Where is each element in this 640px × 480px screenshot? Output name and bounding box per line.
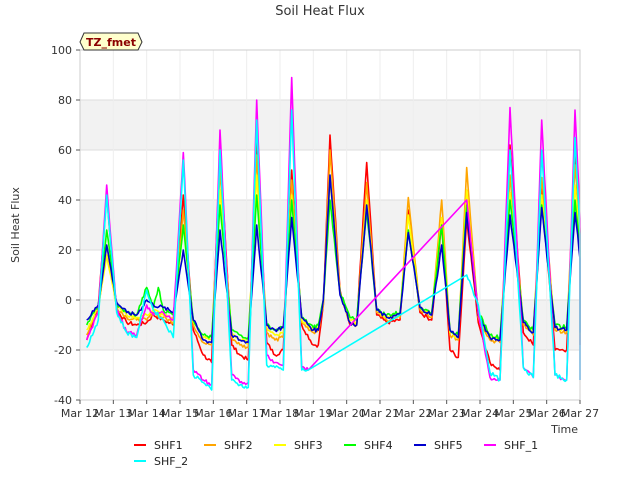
legend-label: SHF2: [224, 439, 253, 452]
x-ticks: Mar 12Mar 13Mar 14Mar 15Mar 16Mar 17Mar …: [61, 400, 599, 420]
legend-label: SHF_2: [154, 455, 188, 468]
legend-label: SHF3: [294, 439, 323, 452]
x-tick-label: Mar 27: [561, 407, 599, 420]
legend-label: SHF_1: [504, 439, 538, 452]
legend: SHF1 SHF2 SHF3 SHF4 SHF5 SHF_1 SHF_2: [134, 439, 538, 468]
y-tick-label: -40: [54, 394, 72, 407]
tag-box: TZ_fmet: [79, 32, 143, 51]
y-tick-label: 0: [65, 294, 72, 307]
y-tick-label: -20: [54, 344, 72, 357]
y-tick-label: 60: [58, 144, 72, 157]
y-tick-label: 100: [51, 44, 72, 57]
legend-label: SHF1: [154, 439, 183, 452]
legend-label: SHF4: [364, 439, 393, 452]
soil-heat-flux-chart: Soil Heat Flux -40 -20 0 20 40 60 80 100 Mar 12…: [9, 4, 599, 468]
tag-label: TZ_fmet: [86, 36, 136, 49]
x-axis-label: Time: [550, 423, 578, 436]
y-tick-label: 40: [58, 194, 72, 207]
y-axis-label: Soil Heat Flux: [9, 187, 22, 263]
y-tick-label: 20: [58, 244, 72, 257]
chart-title: Soil Heat Flux: [275, 4, 365, 19]
y-ticks: -40 -20 0 20 40 60 80 100: [51, 44, 80, 407]
legend-label: SHF5: [434, 439, 463, 452]
y-tick-label: 80: [58, 94, 72, 107]
